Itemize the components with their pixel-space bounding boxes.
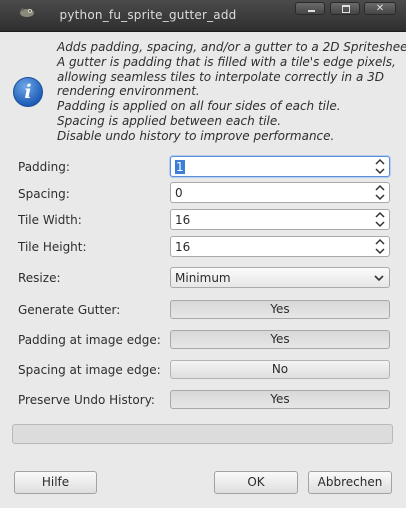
tile-height-label: Tile Height: xyxy=(18,240,87,254)
preserve-undo-toggle[interactable]: Yes xyxy=(170,390,390,409)
spin-arrows-icon[interactable] xyxy=(375,158,385,175)
spacing-spinbox[interactable]: 0 xyxy=(170,182,390,203)
description-text: Adds padding, spacing, and/or a gutter t… xyxy=(57,40,406,144)
spin-arrows-icon[interactable] xyxy=(375,238,385,255)
resize-label: Resize: xyxy=(18,271,61,285)
info-icon: i xyxy=(13,77,43,107)
description-line: Spacing is applied between each tile. xyxy=(57,113,282,128)
description-line: Adds padding, spacing, and/or a gutter t… xyxy=(57,40,406,54)
spacing-value[interactable]: 0 xyxy=(175,186,183,200)
padding-edge-toggle[interactable]: Yes xyxy=(170,330,390,349)
spacing-edge-label: Spacing at image edge: xyxy=(18,363,161,377)
tile-width-label: Tile Width: xyxy=(18,213,82,227)
progress-bar xyxy=(12,424,393,444)
resize-dropdown[interactable]: Minimum xyxy=(170,267,390,288)
title-bar[interactable]: python_fu_sprite_gutter_add ✕ xyxy=(0,0,406,32)
description-line: Padding is applied on all four sides of … xyxy=(57,99,341,114)
maximize-button[interactable] xyxy=(330,2,360,15)
close-button[interactable]: ✕ xyxy=(364,2,396,15)
tile-height-value[interactable]: 16 xyxy=(175,240,190,254)
generate-gutter-toggle[interactable]: Yes xyxy=(170,300,390,319)
tile-width-value[interactable]: 16 xyxy=(175,213,190,227)
help-button[interactable]: Hilfe xyxy=(14,471,97,494)
close-icon: ✕ xyxy=(375,3,385,14)
cancel-button[interactable]: Abbrechen xyxy=(308,471,392,494)
minimize-button[interactable] xyxy=(295,2,325,15)
description-line: A gutter is padding that is filled with … xyxy=(57,54,396,69)
padding-label: Padding: xyxy=(18,160,70,174)
padding-spinbox[interactable]: 1 xyxy=(170,156,390,177)
spin-arrows-icon[interactable] xyxy=(375,211,385,228)
window-title: python_fu_sprite_gutter_add xyxy=(59,8,237,22)
chevron-down-icon xyxy=(374,275,384,282)
padding-edge-label: Padding at image edge: xyxy=(18,333,161,347)
padding-value[interactable]: 1 xyxy=(175,160,185,174)
tile-width-spinbox[interactable]: 16 xyxy=(170,209,390,230)
spacing-edge-toggle[interactable]: No xyxy=(170,360,390,379)
description-line: Disable undo history to improve performa… xyxy=(57,128,335,143)
description-line: rendering environment. xyxy=(57,84,200,99)
generate-gutter-label: Generate Gutter: xyxy=(18,303,121,317)
spin-arrows-icon[interactable] xyxy=(375,184,385,201)
preserve-undo-label: Preserve Undo History: xyxy=(18,393,155,407)
spacing-label: Spacing: xyxy=(18,187,70,201)
resize-value: Minimum xyxy=(175,271,231,285)
description-line: allowing seamless tiles to interpolate c… xyxy=(57,69,384,84)
tile-height-spinbox[interactable]: 16 xyxy=(170,236,390,257)
ok-button[interactable]: OK xyxy=(214,471,298,494)
